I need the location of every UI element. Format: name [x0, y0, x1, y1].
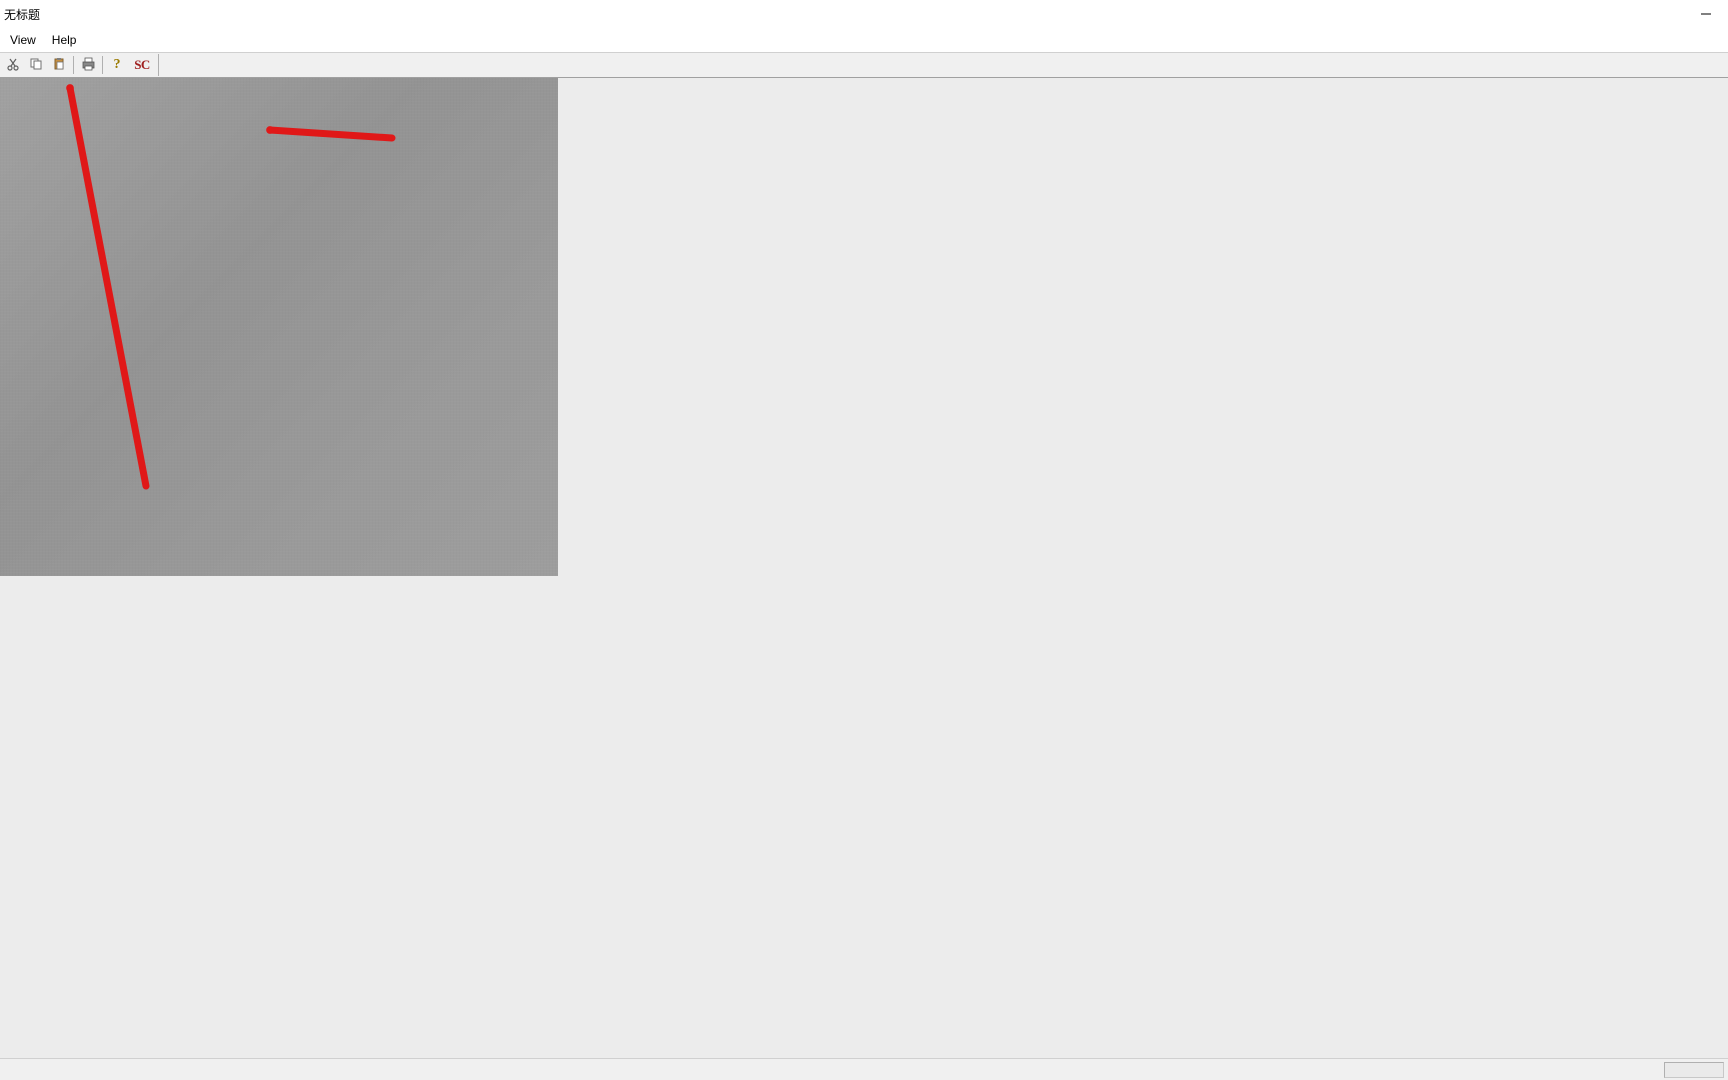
menu-view[interactable]: View: [2, 31, 44, 49]
status-cell: [1664, 1062, 1724, 1078]
copy-icon: [29, 57, 43, 74]
cut-button[interactable]: [2, 54, 24, 76]
sc-icon: SC: [134, 57, 150, 73]
copy-button[interactable]: [25, 54, 47, 76]
help-icon: ?: [114, 57, 121, 73]
image-viewport[interactable]: [0, 78, 558, 576]
paste-button[interactable]: [48, 54, 70, 76]
toolbar-separator: [102, 56, 103, 74]
cut-icon: [6, 57, 20, 74]
menu-help[interactable]: Help: [44, 31, 85, 49]
toolbar-edge: [158, 54, 159, 76]
print-button[interactable]: [77, 54, 99, 76]
sc-button[interactable]: SC: [129, 54, 155, 76]
content-area: [0, 78, 1728, 1058]
toolbar-separator: [73, 56, 74, 74]
window-title: 无标题: [4, 6, 40, 23]
print-icon: [81, 57, 96, 74]
menubar: View Help: [0, 28, 1728, 52]
toolbar: ? SC: [0, 52, 1728, 78]
paste-icon: [52, 57, 66, 74]
titlebar: 无标题: [0, 0, 1728, 28]
minimize-button[interactable]: [1683, 0, 1728, 28]
window-controls: [1683, 0, 1728, 28]
statusbar: [0, 1058, 1728, 1080]
help-button[interactable]: ?: [106, 54, 128, 76]
